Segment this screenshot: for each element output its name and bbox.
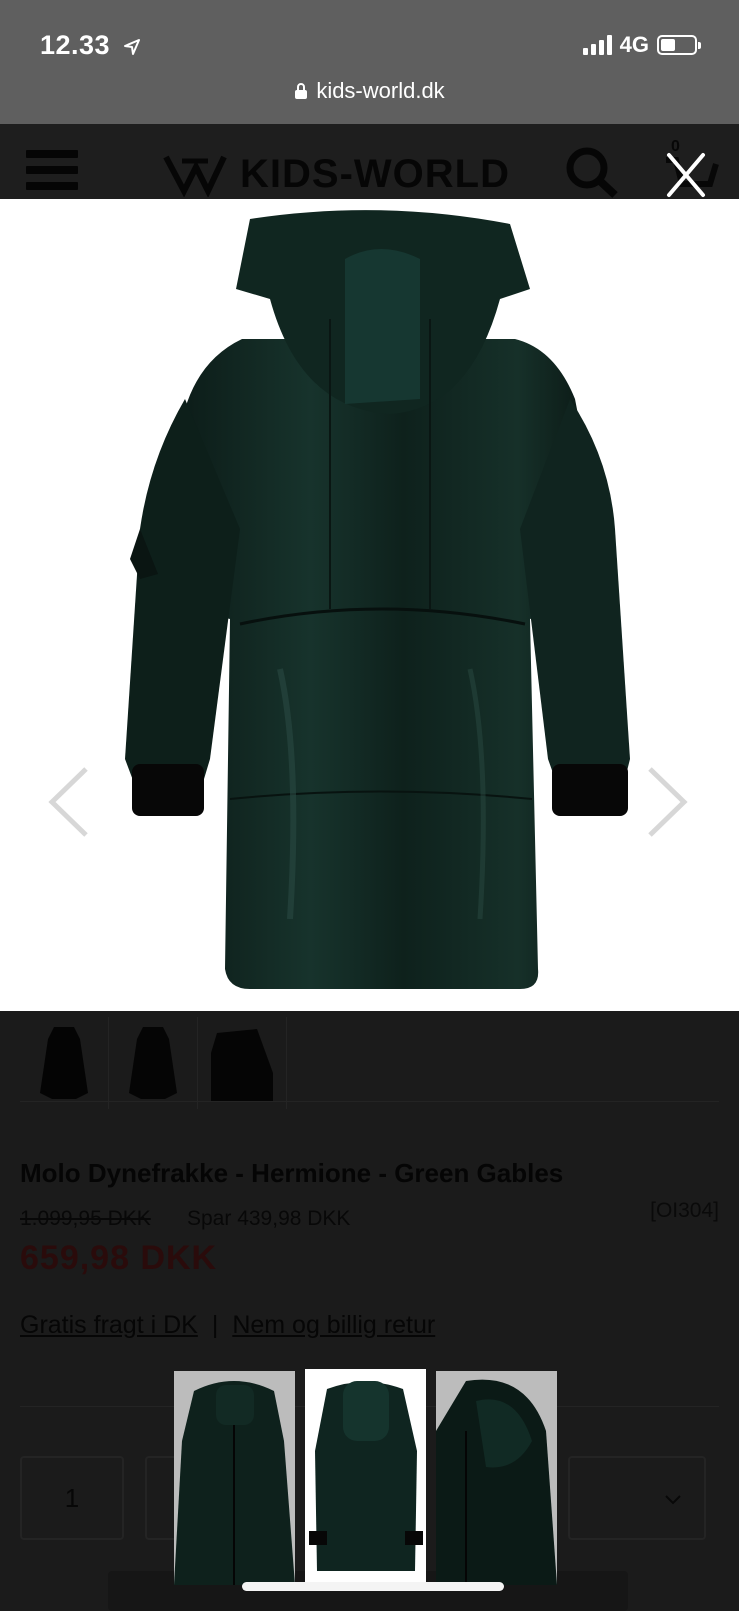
viewer-thumbnail-detail[interactable] [436, 1371, 557, 1585]
current-price: 659,98 DKK [20, 1239, 218, 1277]
hamburger-menu-icon[interactable] [26, 150, 78, 198]
savings-text: Spar 439,98 DKK [187, 1207, 351, 1230]
lock-icon [295, 83, 308, 99]
service-links: Gratis fragt i DK | Nem og billig retur [20, 1311, 435, 1340]
chevron-down-icon [665, 1495, 681, 1505]
size-select[interactable] [568, 1456, 706, 1540]
status-indicators: 4G [582, 32, 701, 58]
home-indicator [242, 1582, 504, 1591]
quantity-option-1[interactable]: 1 [20, 1456, 124, 1540]
link-separator: | [211, 1311, 219, 1339]
product-thumbnails [20, 1017, 287, 1109]
viewer-thumbnail-back[interactable] [305, 1369, 426, 1587]
battery-icon [657, 35, 701, 55]
close-icon[interactable] [664, 150, 708, 200]
chevron-left-icon[interactable] [46, 765, 92, 839]
easy-returns-link[interactable]: Nem og billig retur [232, 1311, 435, 1339]
ios-status-bar: 12.33 4G kids-world.dk [0, 0, 739, 124]
viewer-thumbnail-front[interactable] [174, 1371, 295, 1585]
search-icon[interactable] [565, 146, 619, 198]
product-sku: [OI304] [650, 1199, 719, 1222]
network-label: 4G [619, 32, 649, 57]
address-bar[interactable]: kids-world.dk [0, 78, 739, 104]
product-thumbnail[interactable] [20, 1017, 109, 1109]
viewer-thumbnail-strip [174, 1369, 566, 1587]
signal-icon [582, 35, 612, 55]
image-viewer [0, 199, 739, 1011]
product-thumbnail[interactable] [198, 1017, 287, 1109]
product-title: Molo Dynefrakke - Hermione - Green Gable… [20, 1158, 564, 1188]
logo-text: KIDS-WORLD [240, 152, 510, 196]
free-shipping-link[interactable]: Gratis fragt i DK [20, 1311, 198, 1339]
chevron-right-icon[interactable] [644, 765, 690, 839]
coat-back-image [125, 210, 630, 989]
product-thumbnail[interactable] [109, 1017, 198, 1109]
divider [20, 1101, 719, 1102]
logo-mark-icon [163, 155, 227, 197]
location-arrow-icon [124, 38, 141, 55]
old-price: 1.099,95 DKK [20, 1207, 151, 1230]
site-logo[interactable]: KIDS-WORLD [162, 152, 510, 197]
site-header: KIDS-WORLD 0 [0, 124, 739, 199]
url-text: kids-world.dk [316, 78, 445, 103]
status-time: 12.33 [40, 30, 142, 61]
